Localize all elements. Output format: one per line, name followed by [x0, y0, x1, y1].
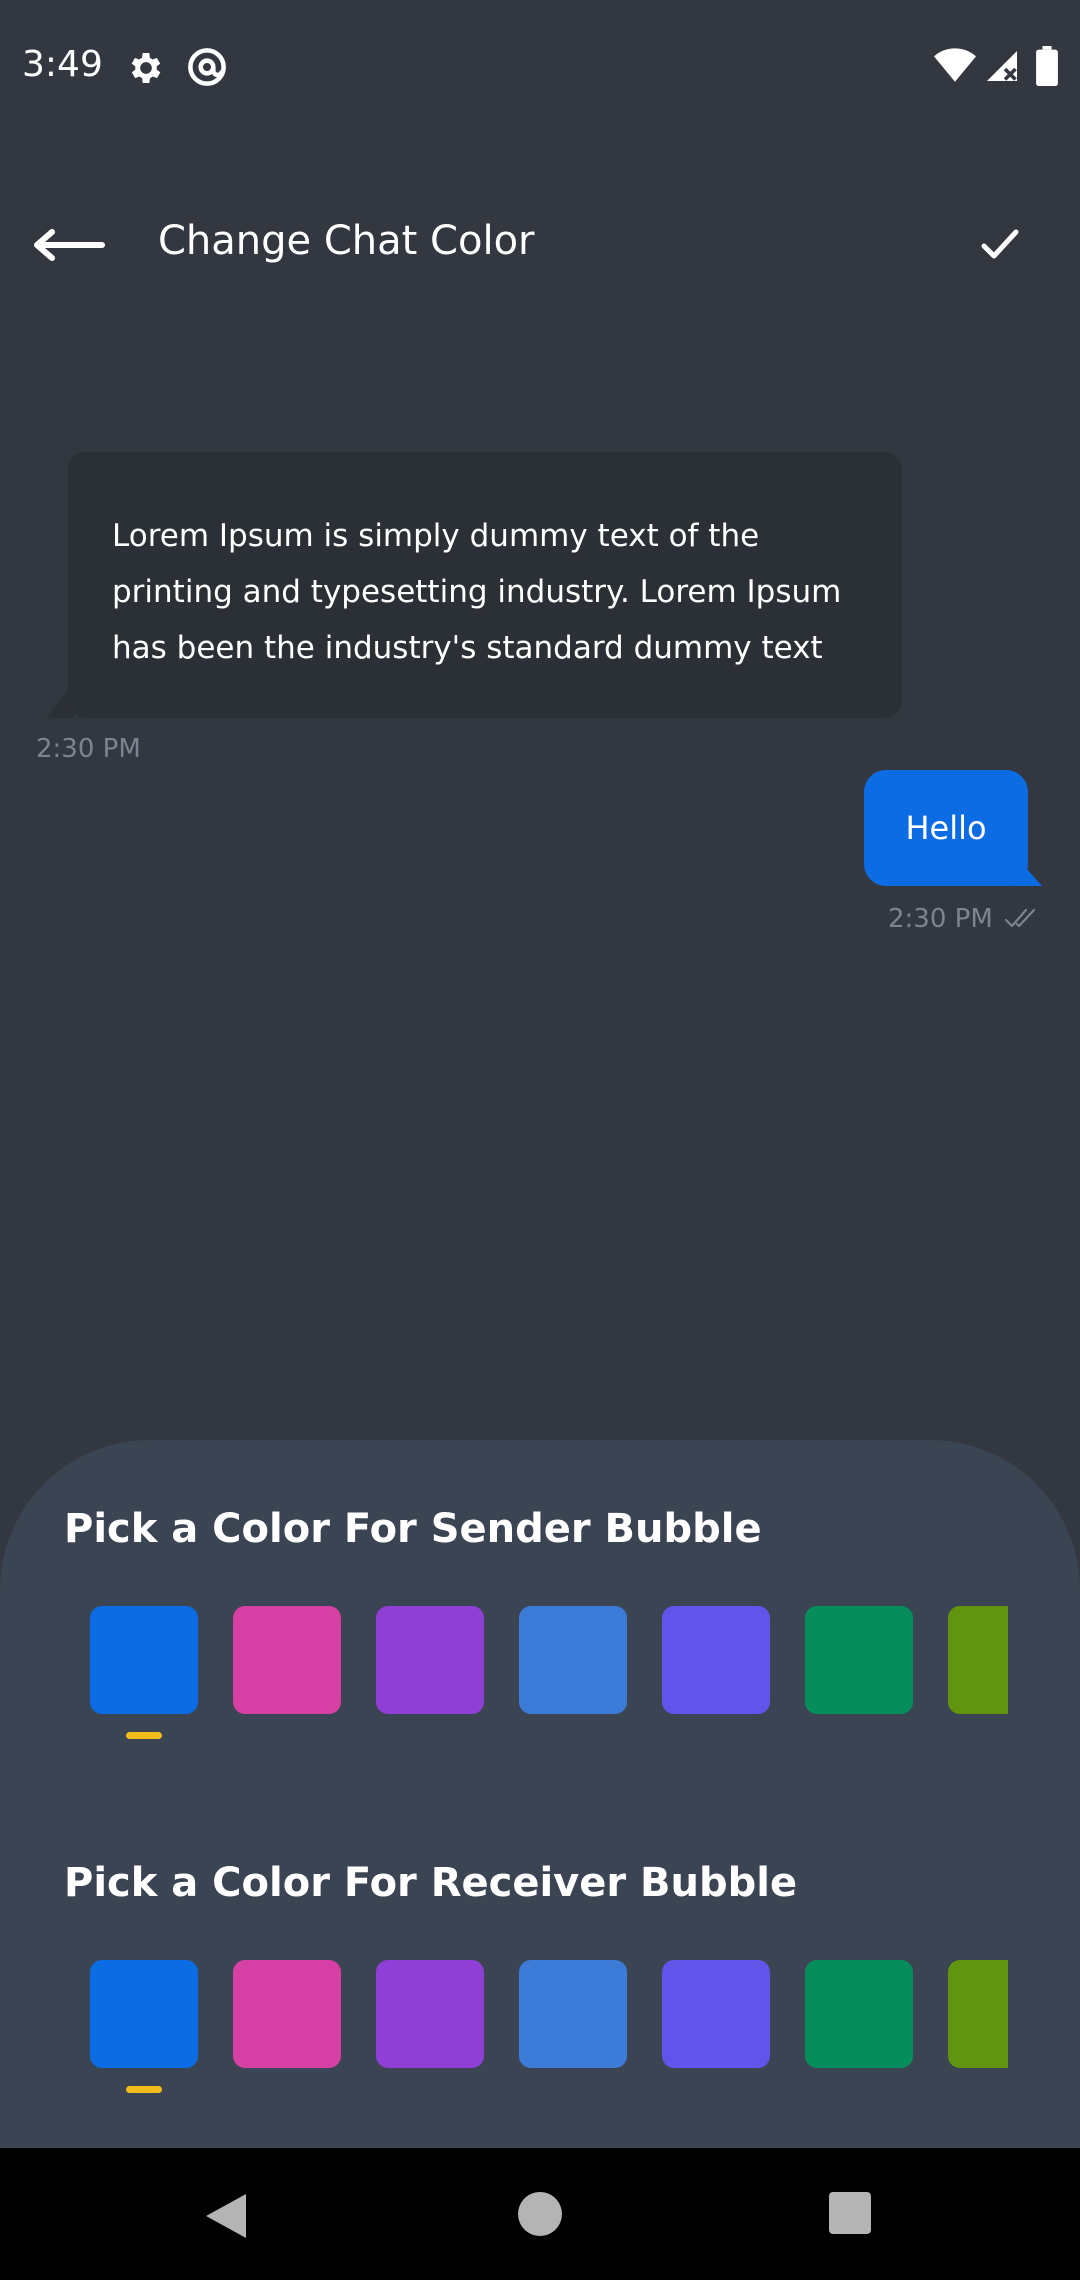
status-time: 3:49 [22, 44, 103, 85]
outgoing-message-time: 2:30 PM [888, 904, 993, 934]
page-title: Change Chat Color [158, 218, 535, 264]
incoming-message-text: Lorem Ipsum is simply dummy text of the … [112, 518, 842, 666]
checkmark-icon [981, 229, 1019, 259]
receiver-color-swatch[interactable] [948, 1960, 1008, 2068]
back-button[interactable] [28, 210, 108, 280]
color-picker-sheet: Pick a Color For Sender Bubble Pick a Co… [0, 1440, 1080, 2148]
sender-color-swatch[interactable] [948, 1606, 1008, 1714]
receiver-color-swatch[interactable] [233, 1960, 341, 2068]
arrow-left-icon [34, 229, 105, 261]
sender-color-swatch[interactable] [519, 1606, 627, 1714]
sender-color-swatch[interactable] [90, 1606, 198, 1714]
receiver-color-swatch[interactable] [805, 1960, 913, 2068]
double-check-icon [1004, 908, 1036, 928]
sender-color-swatch[interactable] [376, 1606, 484, 1714]
wifi-icon [934, 48, 976, 82]
receiver-color-swatch[interactable] [662, 1960, 770, 2068]
incoming-message-time: 2:30 PM [36, 734, 141, 764]
gear-icon [131, 53, 161, 83]
receiver-color-title: Pick a Color For Receiver Bubble [64, 1860, 798, 1906]
sender-color-swatch[interactable] [805, 1606, 913, 1714]
nav-back-icon[interactable] [204, 2192, 248, 2240]
receiver-color-swatch[interactable] [519, 1960, 627, 2068]
sender-color-swatch[interactable] [233, 1606, 341, 1714]
outgoing-message-bubble: Hello [864, 770, 1028, 886]
confirm-button[interactable] [970, 210, 1030, 280]
nav-recents-icon[interactable] [829, 2192, 871, 2234]
app-bar: Change Chat Color [0, 190, 1080, 300]
sender-color-swatch[interactable] [662, 1606, 770, 1714]
status-bar: 3:49 [0, 0, 1080, 136]
battery-icon [1036, 46, 1058, 86]
receiver-color-swatch[interactable] [90, 1960, 198, 2068]
incoming-message-bubble: Lorem Ipsum is simply dummy text of the … [68, 452, 902, 718]
cell-signal-icon [987, 51, 1017, 81]
at-sign-icon [188, 48, 226, 86]
receiver-color-swatch[interactable] [376, 1960, 484, 2068]
receiver-color-swatches [0, 1960, 1008, 2120]
sender-selected-indicator [126, 1732, 162, 1739]
sender-color-swatches [0, 1606, 1008, 1766]
system-nav-bar [0, 2148, 1080, 2280]
receiver-selected-indicator [126, 2086, 162, 2093]
nav-home-icon[interactable] [518, 2192, 562, 2236]
sender-color-title: Pick a Color For Sender Bubble [64, 1506, 762, 1552]
outgoing-message-text: Hello [905, 809, 987, 847]
